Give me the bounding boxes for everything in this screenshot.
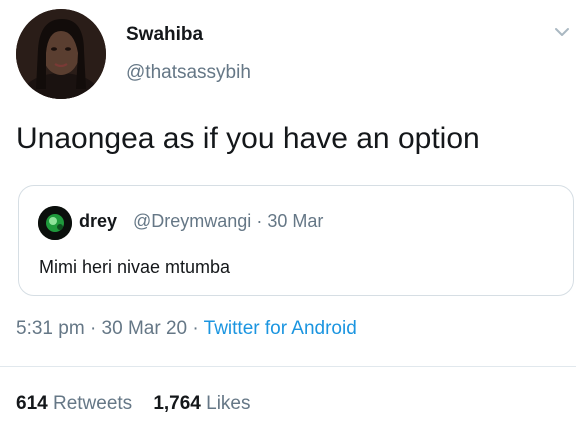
tweet-meta: 5:31 pm · 30 Mar 20 · Twitter for Androi… <box>16 318 357 340</box>
tweet-date[interactable]: 30 Mar 20 <box>102 318 188 339</box>
quoted-author-handle[interactable]: @Dreymwangi <box>133 211 251 231</box>
author-handle[interactable]: @thatsassybih <box>126 62 251 84</box>
quoted-tweet-card[interactable]: drey @Dreymwangi · 30 Mar Mimi heri niva… <box>18 185 574 296</box>
retweets-stat[interactable]: 614 Retweets <box>16 393 132 414</box>
tweet-source-link[interactable]: Twitter for Android <box>204 318 357 339</box>
author-display-name[interactable]: Swahiba <box>126 24 203 46</box>
retweets-label: Retweets <box>52 393 133 414</box>
separator-dot: · <box>192 318 199 339</box>
chevron-down-icon[interactable] <box>552 22 572 42</box>
likes-label: Likes <box>206 393 251 414</box>
quoted-author-avatar[interactable] <box>38 206 72 240</box>
separator-dot: · <box>256 211 263 231</box>
quoted-tweet-date[interactable]: 30 Mar <box>267 211 323 231</box>
retweets-count: 614 <box>16 393 48 414</box>
profile-photo-icon <box>16 9 106 99</box>
quoted-author-name[interactable]: drey <box>79 211 117 232</box>
divider <box>0 366 576 367</box>
quoted-tweet-text: Mimi heri nivae mtumba <box>39 257 231 277</box>
tweet-stats: 614 Retweets 1,764 Likes <box>16 393 251 415</box>
author-avatar[interactable] <box>16 9 106 99</box>
profile-photo-icon <box>38 206 72 240</box>
tweet-time[interactable]: 5:31 pm <box>16 318 85 339</box>
separator-dot: · <box>89 318 97 339</box>
likes-stat[interactable]: 1,764 Likes <box>153 393 250 414</box>
tweet-text: Unaongea as if you have an option <box>16 122 480 155</box>
likes-count: 1,764 <box>153 393 201 414</box>
quoted-author-handle-date: @Dreymwangi · 30 Mar <box>133 211 323 232</box>
